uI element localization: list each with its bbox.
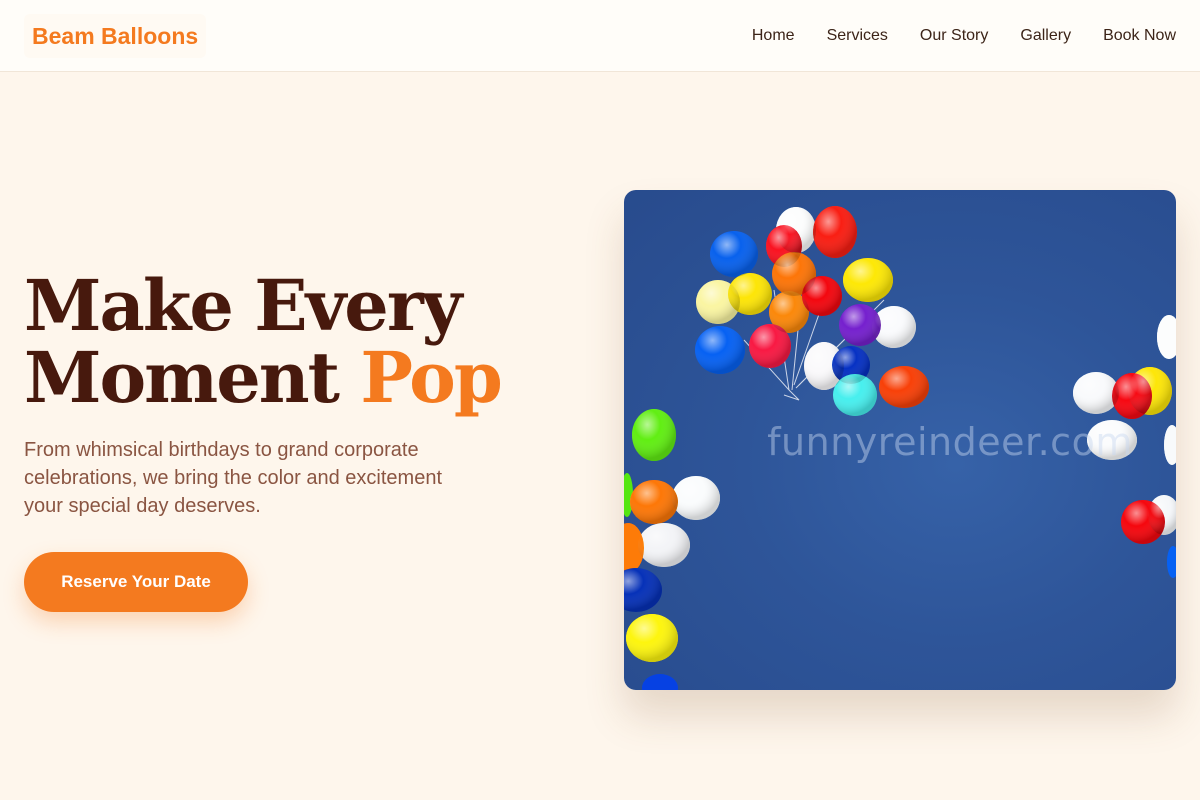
- brand-logo[interactable]: Beam Balloons: [24, 14, 207, 58]
- nav-home-link[interactable]: Home: [752, 27, 795, 45]
- reserve-date-button[interactable]: Reserve Your Date: [24, 552, 248, 612]
- hero-headline: Make Every Moment Pop: [24, 270, 544, 414]
- nav-services-link[interactable]: Services: [827, 27, 888, 45]
- headline-line-1: Make Every: [24, 264, 462, 347]
- hero-subtitle: From whimsical birthdays to grand corpor…: [24, 439, 443, 517]
- nav-our-story-link[interactable]: Our Story: [920, 27, 988, 45]
- site-header: Beam Balloons Home Services Our Story Ga…: [0, 0, 1200, 72]
- headline-line-2: Moment: [24, 336, 340, 419]
- nav-gallery-link[interactable]: Gallery: [1020, 27, 1071, 45]
- nav-book-now-link[interactable]: Book Now: [1103, 27, 1176, 45]
- main-nav: Home Services Our Story Gallery Book Now: [752, 0, 1176, 72]
- hero-balloons-image: funnyreindeer.com: [624, 190, 1176, 690]
- image-watermark: funnyreindeer.com: [767, 420, 1133, 464]
- headline-accent-word: Pop: [360, 336, 502, 419]
